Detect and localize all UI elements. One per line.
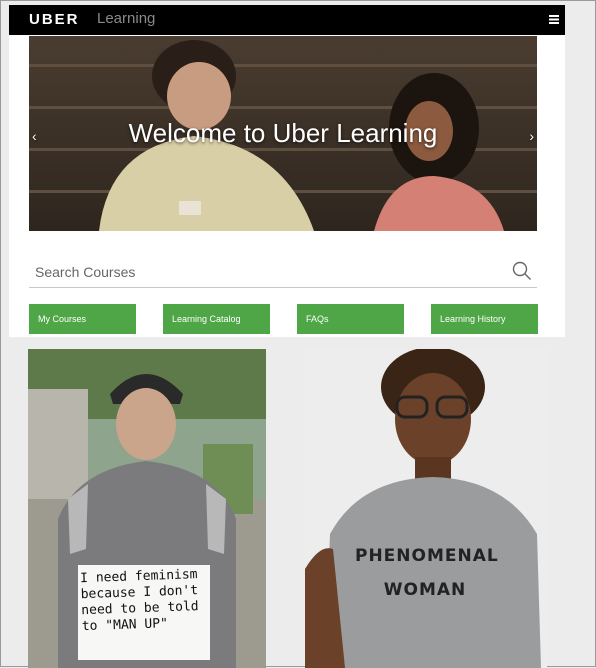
chevron-left-icon[interactable]: ‹	[32, 128, 37, 144]
my-courses-button[interactable]: My Courses	[29, 304, 136, 334]
brand-logo-uber[interactable]: UBER	[29, 11, 80, 28]
hero-carousel: Welcome to Uber Learning ‹ ›	[29, 36, 537, 231]
faqs-button[interactable]: FAQs	[297, 304, 404, 334]
search-icon[interactable]	[511, 260, 533, 282]
hero-title: Welcome to Uber Learning	[128, 118, 438, 148]
screenshot-frame: UBER Learning Welcome to Uber Learning ‹…	[0, 0, 596, 668]
sign-text: I need feminism because I don't need to …	[79, 567, 199, 635]
shirt-text: PHENOMENAL WOMAN	[355, 539, 499, 607]
search-bar	[29, 257, 537, 288]
shirt-text-line1: PHENOMENAL	[355, 546, 499, 566]
shirt-text-line2: WOMAN	[383, 580, 467, 600]
search-input[interactable]	[33, 259, 497, 285]
brand-logo-learning[interactable]: Learning	[97, 10, 155, 27]
learning-catalog-button[interactable]: Learning Catalog	[163, 304, 270, 334]
photo-woman-shirt	[305, 349, 547, 668]
chevron-right-icon[interactable]: ›	[529, 128, 534, 144]
woman-photo-image	[305, 349, 547, 668]
top-bar: UBER Learning	[9, 5, 565, 35]
learning-history-button[interactable]: Learning History	[431, 304, 538, 334]
hamburger-menu-icon[interactable]	[549, 15, 559, 24]
